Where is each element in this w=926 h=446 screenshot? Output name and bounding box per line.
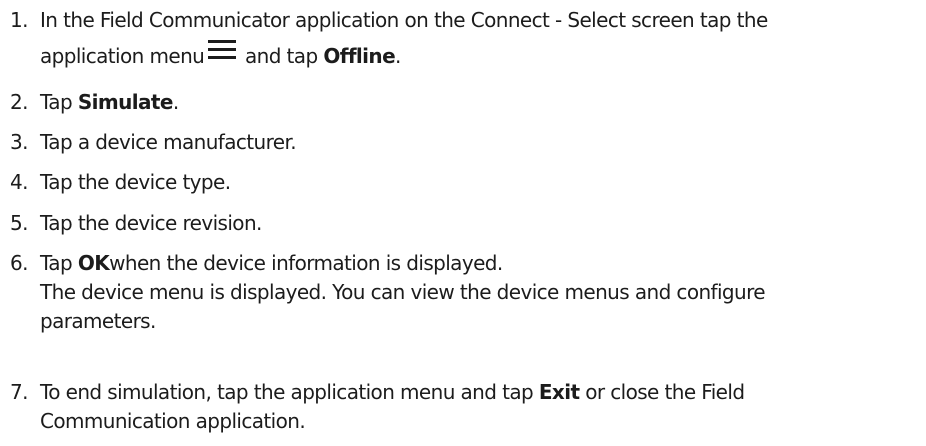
hamburger-menu-icon bbox=[208, 39, 237, 61]
step-text-segment: application menu bbox=[40, 44, 205, 68]
step-line: Communication application. bbox=[40, 409, 306, 433]
step-number: 5. bbox=[10, 211, 28, 235]
step-text-segment: . bbox=[395, 44, 401, 68]
step-line: application menu and tap Offline. bbox=[40, 35, 920, 78]
step-number: 6. bbox=[10, 251, 28, 275]
step-text-segment: Tap bbox=[40, 251, 78, 275]
step-number: 4. bbox=[10, 170, 28, 194]
step-text: Tap a device manufacturer. bbox=[40, 128, 920, 157]
step-text: To end simulation, tap the application m… bbox=[40, 378, 920, 436]
step-text: Tap the device type. bbox=[40, 168, 920, 197]
step-line: Tap the device revision. bbox=[40, 211, 262, 235]
step-line: Tap a device manufacturer. bbox=[40, 130, 297, 154]
step-result-line: parameters. bbox=[40, 309, 156, 333]
step-text-segment: . bbox=[172, 90, 179, 114]
simulate-term: Simulate bbox=[77, 90, 174, 114]
step-number: 1. bbox=[10, 8, 28, 32]
step-text: In the Field Communicator application on… bbox=[40, 6, 920, 78]
step-number: 7. bbox=[10, 380, 28, 404]
step-number: 3. bbox=[10, 130, 28, 154]
step-text: Tap OKwhen the device information is dis… bbox=[40, 249, 920, 336]
offline-term: Offline bbox=[323, 44, 396, 68]
step-text: Tap the device revision. bbox=[40, 209, 920, 238]
step-text-segment: To end simulation, tap the application m… bbox=[40, 380, 539, 404]
step-number: 2. bbox=[10, 90, 28, 114]
step-line: Tap Simulate. bbox=[40, 88, 920, 117]
exit-term: Exit bbox=[538, 380, 580, 404]
step-line: To end simulation, tap the application m… bbox=[40, 378, 920, 407]
ok-term: OK bbox=[77, 251, 110, 275]
step-text-segment: Tap bbox=[40, 90, 78, 114]
step-line: In the Field Communicator application on… bbox=[40, 8, 768, 32]
step-line: Tap OKwhen the device information is dis… bbox=[40, 249, 920, 278]
step-text-segment: when the device information is displayed… bbox=[109, 251, 503, 275]
step-text-segment: or close the Field bbox=[579, 380, 745, 404]
step-line: Tap the device type. bbox=[40, 170, 231, 194]
step-result-line: The device menu is displayed. You can vi… bbox=[40, 280, 766, 304]
step-text-segment: and tap bbox=[239, 44, 324, 68]
step-text: Tap Simulate. bbox=[40, 88, 920, 117]
